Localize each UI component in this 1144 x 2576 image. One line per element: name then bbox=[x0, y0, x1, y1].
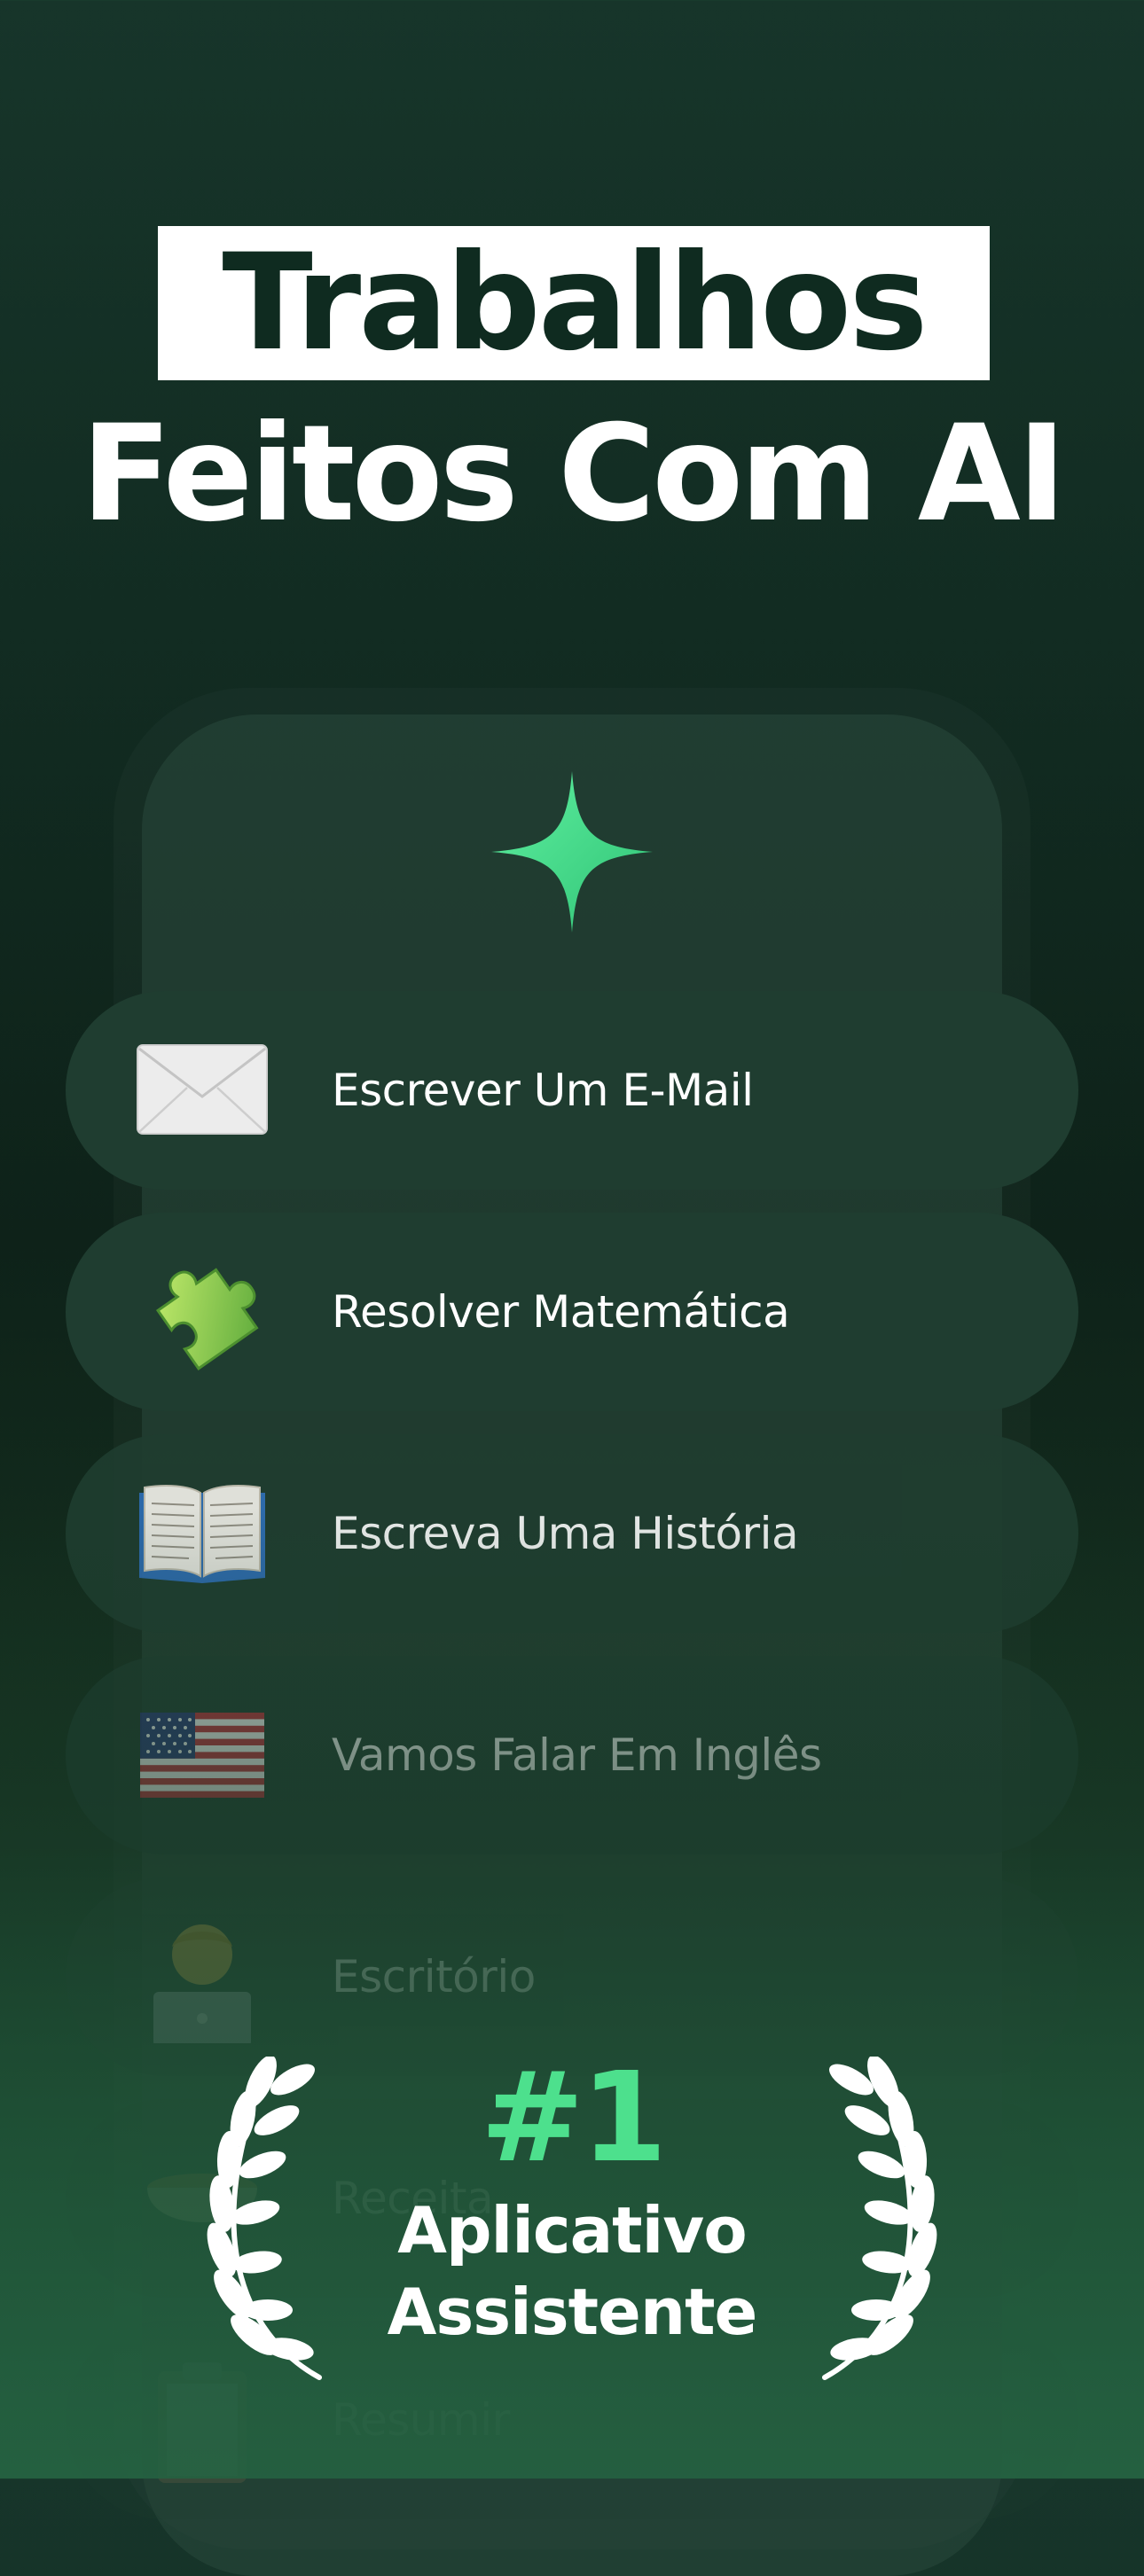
menu-item-label: Escreva Uma História bbox=[332, 1508, 799, 1559]
headline-line1: Trabalhos bbox=[222, 226, 928, 380]
office-worker-icon bbox=[131, 1906, 273, 2048]
menu-item-label: Resumir bbox=[332, 2394, 510, 2446]
menu-item-label: Escritório bbox=[332, 1951, 536, 2002]
award-line2: Assistente bbox=[387, 2275, 758, 2349]
menu-item-write-email[interactable]: Escrever Um E-Mail bbox=[66, 991, 1078, 1190]
headline-box: Trabalhos bbox=[158, 226, 990, 380]
us-flag-icon bbox=[131, 1684, 273, 1826]
award-rank: #1 bbox=[480, 2046, 668, 2190]
menu-item-write-story[interactable]: Escreva Uma História bbox=[66, 1434, 1078, 1633]
menu-item-label: Resolver Matemática bbox=[332, 1286, 790, 1338]
menu-item-label: Vamos Falar Em Inglês bbox=[332, 1729, 822, 1781]
sparkle-icon bbox=[491, 771, 653, 933]
menu-item-solve-math[interactable]: Resolver Matemática bbox=[66, 1213, 1078, 1411]
menu-item-speak-english[interactable]: Vamos Falar Em Inglês bbox=[66, 1656, 1078, 1854]
puzzle-piece-icon bbox=[131, 1241, 273, 1383]
menu-item-label: Escrever Um E-Mail bbox=[332, 1065, 754, 1116]
headline-line2: Feitos Com AI bbox=[81, 397, 1066, 551]
award-line1: Aplicativo bbox=[397, 2193, 747, 2268]
envelope-icon bbox=[131, 1019, 273, 1161]
open-book-icon bbox=[131, 1463, 273, 1604]
